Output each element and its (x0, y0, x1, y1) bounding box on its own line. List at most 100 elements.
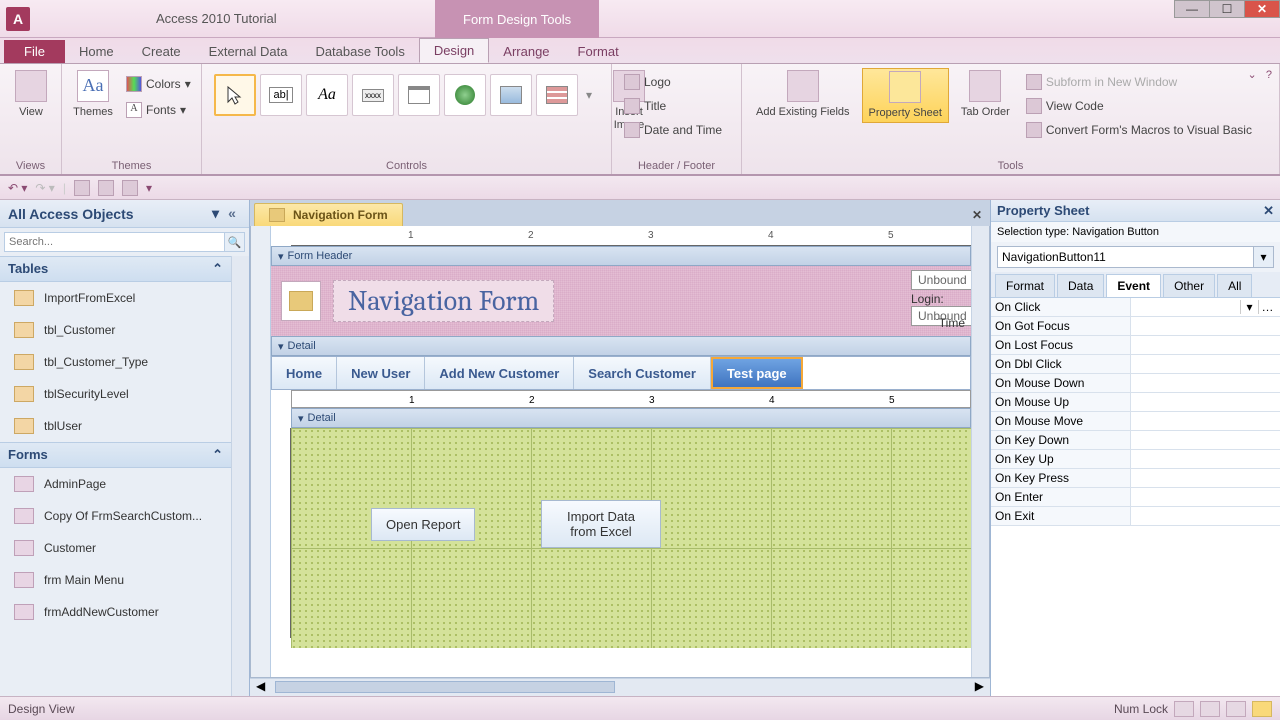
open-report-button[interactable]: Open Report (371, 508, 475, 541)
property-row[interactable]: On Key Press (991, 469, 1280, 488)
control-gallery[interactable]: ab| Aa xxxx ▾ (210, 68, 600, 122)
nav-button-new-user[interactable]: New User (337, 357, 425, 389)
vertical-ruler[interactable] (271, 428, 291, 638)
redo-button[interactable]: ↷ ▾ (35, 181, 54, 195)
inner-ruler[interactable]: 1234567 (291, 390, 971, 408)
nav-filter-dropdown[interactable]: ▾ (212, 205, 219, 222)
document-close-button[interactable]: ✕ (964, 204, 990, 226)
ps-tab-format[interactable]: Format (995, 274, 1055, 297)
search-input[interactable] (4, 232, 225, 252)
property-row[interactable]: On Click▾… (991, 298, 1280, 317)
nav-item[interactable]: Copy Of FrmSearchCustom... (0, 500, 231, 532)
nav-item[interactable]: AdminPage (0, 468, 231, 500)
tab-design[interactable]: Design (419, 38, 489, 63)
date-time-button[interactable]: Date and Time (620, 120, 726, 140)
undo-button[interactable]: ↶ ▾ (8, 181, 27, 195)
nav-scrollbar[interactable] (231, 256, 249, 696)
document-tab[interactable]: Navigation Form (254, 203, 403, 226)
tab-format[interactable]: Format (564, 40, 633, 63)
nav-item[interactable]: tbl_Customer (0, 314, 231, 346)
property-row[interactable]: On Enter (991, 488, 1280, 507)
tab-arrange[interactable]: Arrange (489, 40, 563, 63)
object-selector-dropdown[interactable]: ▾ (1254, 246, 1274, 268)
property-row[interactable]: On Mouse Up (991, 393, 1280, 412)
qat-icon2[interactable] (98, 180, 114, 196)
label-tool[interactable]: Aa (306, 74, 348, 116)
horizontal-ruler[interactable]: 1234567 (291, 226, 971, 246)
title-button[interactable]: Title (620, 96, 726, 116)
minimize-button[interactable]: — (1174, 0, 1210, 18)
view-button[interactable]: View (8, 68, 54, 121)
nav-group-tables[interactable]: Tables⌃ (0, 256, 231, 282)
tab-order-button[interactable]: Tab Order (955, 68, 1016, 121)
property-row[interactable]: On Dbl Click (991, 355, 1280, 374)
property-sheet-close[interactable]: ✕ (1263, 203, 1274, 219)
ps-tab-other[interactable]: Other (1163, 274, 1215, 297)
property-row[interactable]: On Mouse Down (991, 374, 1280, 393)
logo-button[interactable]: Logo (620, 72, 726, 92)
colors-button[interactable]: Colors ▾ (122, 74, 195, 94)
nav-item[interactable]: frmAddNewCustomer (0, 596, 231, 628)
nav-button-add-new-customer[interactable]: Add New Customer (425, 357, 574, 389)
property-row[interactable]: On Got Focus (991, 317, 1280, 336)
nav-item[interactable]: tblSecurityLevel (0, 378, 231, 410)
import-data-button[interactable]: Import Data from Excel (541, 500, 661, 548)
add-existing-fields-button[interactable]: Add Existing Fields (750, 68, 856, 121)
nav-button-test-page[interactable]: Test page (711, 357, 803, 389)
convert-macros-button[interactable]: Convert Form's Macros to Visual Basic (1022, 120, 1256, 140)
ps-tab-event[interactable]: Event (1106, 274, 1161, 297)
detail-design-area[interactable]: Open Report Import Data from Excel (291, 428, 971, 648)
nav-pane-title[interactable]: All Access Objects (8, 206, 134, 222)
web-browser-tool[interactable] (490, 74, 532, 116)
view-form-button[interactable] (1174, 701, 1194, 717)
file-tab[interactable]: File (4, 40, 65, 63)
ps-tab-data[interactable]: Data (1057, 274, 1104, 297)
view-design-button[interactable] (1252, 701, 1272, 717)
nav-item[interactable]: tbl_Customer_Type (0, 346, 231, 378)
vertical-scrollbar[interactable] (971, 226, 989, 677)
property-row[interactable]: On Exit (991, 507, 1280, 526)
navigation-tool[interactable] (536, 74, 578, 116)
form-header-section-bar[interactable]: ▾Form Header (271, 246, 971, 266)
fonts-button[interactable]: AFonts ▾ (122, 100, 195, 120)
select-tool[interactable] (214, 74, 256, 116)
button-tool[interactable]: xxxx (352, 74, 394, 116)
detail-section-bar[interactable]: ▾Detail (271, 336, 971, 356)
nav-item[interactable]: ImportFromExcel (0, 282, 231, 314)
close-button[interactable]: ✕ (1244, 0, 1280, 18)
form-title-label[interactable]: Navigation Form (333, 280, 554, 322)
form-logo-placeholder[interactable] (281, 281, 321, 321)
nav-collapse-button[interactable]: « (223, 205, 241, 222)
horizontal-scrollbar[interactable]: ◀▶ (250, 678, 990, 696)
property-row[interactable]: On Lost Focus (991, 336, 1280, 355)
tab-external-data[interactable]: External Data (195, 40, 302, 63)
property-row[interactable]: On Key Down (991, 431, 1280, 450)
ribbon-collapse[interactable]: ⌄ ? (1247, 68, 1272, 81)
view-datasheet-button[interactable] (1200, 701, 1220, 717)
unbound-field-1[interactable]: Unbound (911, 270, 971, 290)
property-row[interactable]: On Mouse Move (991, 412, 1280, 431)
tab-home[interactable]: Home (65, 40, 128, 63)
nav-item[interactable]: Customer (0, 532, 231, 564)
view-code-button[interactable]: View Code (1022, 96, 1256, 116)
property-row[interactable]: On Key Up (991, 450, 1280, 469)
qat-icon3[interactable] (122, 180, 138, 196)
nav-button-home[interactable]: Home (272, 357, 337, 389)
textbox-tool[interactable]: ab| (260, 74, 302, 116)
view-layout-button[interactable] (1226, 701, 1246, 717)
nav-button-search-customer[interactable]: Search Customer (574, 357, 711, 389)
ps-tab-all[interactable]: All (1217, 274, 1252, 297)
nav-item[interactable]: tblUser (0, 410, 231, 442)
themes-button[interactable]: AaThemes (70, 68, 116, 121)
search-button[interactable]: 🔍 (225, 232, 245, 252)
hyperlink-tool[interactable] (444, 74, 486, 116)
tab-database-tools[interactable]: Database Tools (301, 40, 418, 63)
form-header-area[interactable]: Navigation Form Unbound Login: Unbound T… (271, 266, 971, 336)
nav-item[interactable]: frm Main Menu (0, 564, 231, 596)
tab-create[interactable]: Create (128, 40, 195, 63)
maximize-button[interactable]: ☐ (1209, 0, 1245, 18)
inner-detail-section-bar[interactable]: ▾Detail (291, 408, 971, 428)
property-sheet-button[interactable]: Property Sheet (862, 68, 949, 123)
object-selector[interactable] (997, 246, 1254, 268)
tab-control-tool[interactable] (398, 74, 440, 116)
